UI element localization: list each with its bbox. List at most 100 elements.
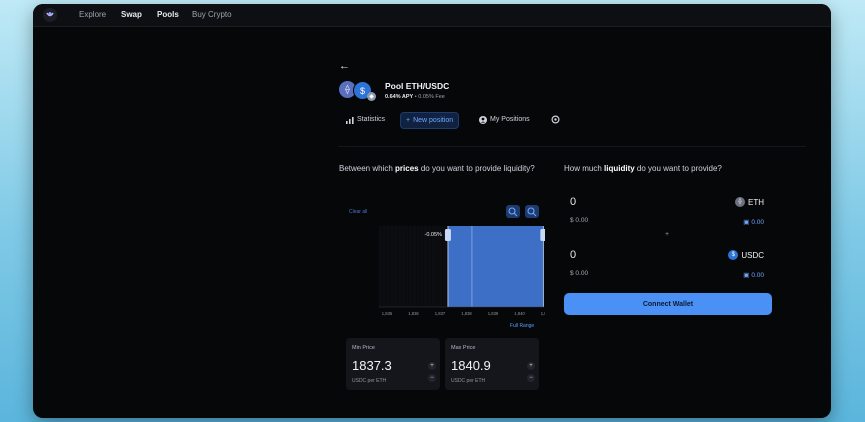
eth-icon: ⟠ (735, 197, 745, 207)
full-range-link[interactable]: Full Range (510, 323, 534, 329)
liquidity-question-prefix: How much (564, 164, 605, 173)
plus-separator-icon: + (664, 231, 670, 238)
zoom-out-button[interactable] (525, 205, 539, 218)
max-price-increment-button[interactable]: + (527, 362, 535, 370)
liquidity-bar (424, 226, 428, 307)
tab-my-positions-label: My Positions (490, 116, 530, 123)
nav-buy-crypto[interactable]: Buy Crypto (192, 10, 232, 19)
pool-subtitle: 0.64% APY • 0.05% Fee (385, 94, 445, 100)
usdc-token-label: $ USDC (728, 250, 764, 260)
pool-title: Pool ETH/USDC (385, 81, 450, 91)
range-question-bold: prices (395, 164, 419, 173)
app-window: Explore Swap Pools Buy Crypto ← ⟠ $ ◆ Po… (33, 4, 831, 418)
pool-fee: 0.05% Fee (418, 94, 445, 100)
tab-new-position-label: New position (413, 117, 454, 124)
min-price-label: Min Price (352, 345, 375, 351)
settings-button[interactable] (546, 112, 565, 127)
eth-usd-value: $ 0.00 (570, 217, 589, 224)
liquidity-bar (390, 226, 394, 307)
liquidity-question-bold: liquidity (604, 164, 635, 173)
usdc-amount-input[interactable]: 0 (570, 249, 576, 261)
nav-explore[interactable]: Explore (79, 10, 106, 19)
usdc-token-symbol: USDC (741, 250, 764, 260)
gear-icon (551, 115, 560, 124)
liquidity-question-suffix: do you want to provide? (634, 164, 722, 173)
app-logo-icon[interactable] (43, 8, 57, 22)
x-tick-label: 1,840 (514, 311, 525, 316)
wallet-icon: ▣ (743, 219, 750, 226)
user-icon (479, 115, 487, 124)
liquidity-bar (409, 226, 413, 307)
wallet-icon: ▣ (743, 272, 750, 279)
max-price-box: Max Price 1840.9 USDC per ETH + − (445, 338, 539, 390)
range-question-suffix: do you want to provide liquidity? (418, 164, 535, 173)
usdc-usd-value: $ 0.00 (570, 270, 589, 277)
min-range-handle[interactable] (444, 229, 451, 241)
selected-range: -0.05%0.15% (425, 226, 545, 307)
x-tick-label: 1,838 (461, 311, 472, 316)
max-price-unit: USDC per ETH (451, 378, 486, 384)
min-price-increment-button[interactable]: + (428, 362, 436, 370)
min-price-box: Min Price 1837.3 USDC per ETH + − (346, 338, 440, 390)
nav-swap[interactable]: Swap (121, 10, 142, 19)
x-tick-label: 1,841 (541, 311, 545, 316)
arrow-left-icon[interactable]: ← (339, 60, 350, 72)
liquidity-bar (412, 226, 417, 307)
tab-statistics-label: Statistics (357, 116, 386, 123)
eth-amount-input[interactable]: 0 (570, 196, 576, 208)
min-price-decrement-button[interactable]: − (428, 374, 436, 382)
usdc-amount-field[interactable]: 0 $ 0.00 $ USDC ▣ 0.00 (564, 246, 772, 286)
liquidity-bar (394, 226, 398, 307)
liquidity-bar (401, 226, 405, 307)
top-navigation-bar: Explore Swap Pools Buy Crypto (33, 4, 831, 27)
min-price-input[interactable]: 1837.3 (352, 358, 392, 373)
max-price-input[interactable]: 1840.9 (451, 358, 491, 373)
plus-icon: + (406, 117, 411, 124)
eth-amount-field[interactable]: 0 $ 0.00 ⟠ ETH ▣ 0.00 (564, 193, 772, 233)
nav-pools[interactable]: Pools (157, 10, 179, 19)
section-divider (338, 146, 806, 147)
usdc-balance-value: 0.00 (751, 271, 764, 279)
liquidity-bar (420, 226, 424, 307)
x-tick-label: 1,837 (435, 311, 446, 316)
max-price-label: Max Price (451, 345, 476, 351)
tab-statistics[interactable]: Statistics (341, 112, 390, 127)
max-price-decrement-button[interactable]: − (527, 374, 535, 382)
connect-wallet-button[interactable]: Connect Wallet (564, 293, 772, 315)
eth-balance[interactable]: ▣ 0.00 (743, 218, 764, 227)
tab-new-position[interactable]: + New position (400, 112, 460, 129)
x-tick-label: 1,836 (408, 311, 419, 316)
range-question-prefix: Between which (339, 164, 396, 173)
liquidity-bar (439, 226, 443, 307)
selected-range-fill (447, 226, 544, 307)
liquidity-question: How much liquidity do you want to provid… (564, 163, 794, 175)
min-range-percent: -0.05% (425, 232, 443, 238)
liquidity-range-chart: Clear all -0.05%0.15% 1,8351,8361,8371,8… (349, 205, 545, 316)
min-price-unit: USDC per ETH (352, 378, 387, 384)
eth-balance-value: 0.00 (751, 218, 764, 226)
eth-token-symbol: ETH (748, 197, 764, 207)
x-axis-ticks: 1,835 1,836 1,837 1,838 1,839 1,840 1,841 (382, 311, 545, 316)
liquidity-bar (431, 226, 435, 307)
liquidity-bar (416, 226, 420, 307)
x-tick-label: 1,835 (382, 311, 393, 316)
x-tick-label: 1,839 (488, 311, 499, 316)
liquidity-bar (435, 226, 439, 307)
clear-all-link[interactable]: Clear all (349, 209, 367, 215)
bar-chart-icon (346, 116, 354, 124)
liquidity-bar (405, 226, 409, 307)
liquidity-bar (397, 226, 402, 307)
pool-separator: • (414, 94, 417, 100)
usdc-balance[interactable]: ▣ 0.00 (743, 271, 764, 280)
eth-token-label: ⟠ ETH (735, 197, 764, 207)
range-question: Between which prices do you want to prov… (339, 163, 539, 175)
liquidity-bar (379, 226, 383, 307)
pool-apy: 0.64% APY (385, 94, 414, 100)
usdc-icon: $ (728, 250, 739, 260)
liquidity-bar (382, 226, 387, 307)
max-range-handle[interactable] (540, 229, 545, 241)
tab-my-positions[interactable]: My Positions (474, 112, 535, 127)
liquidity-bar (386, 226, 390, 307)
zoom-in-button[interactable] (506, 205, 520, 218)
chain-badge-icon: ◆ (367, 92, 376, 101)
